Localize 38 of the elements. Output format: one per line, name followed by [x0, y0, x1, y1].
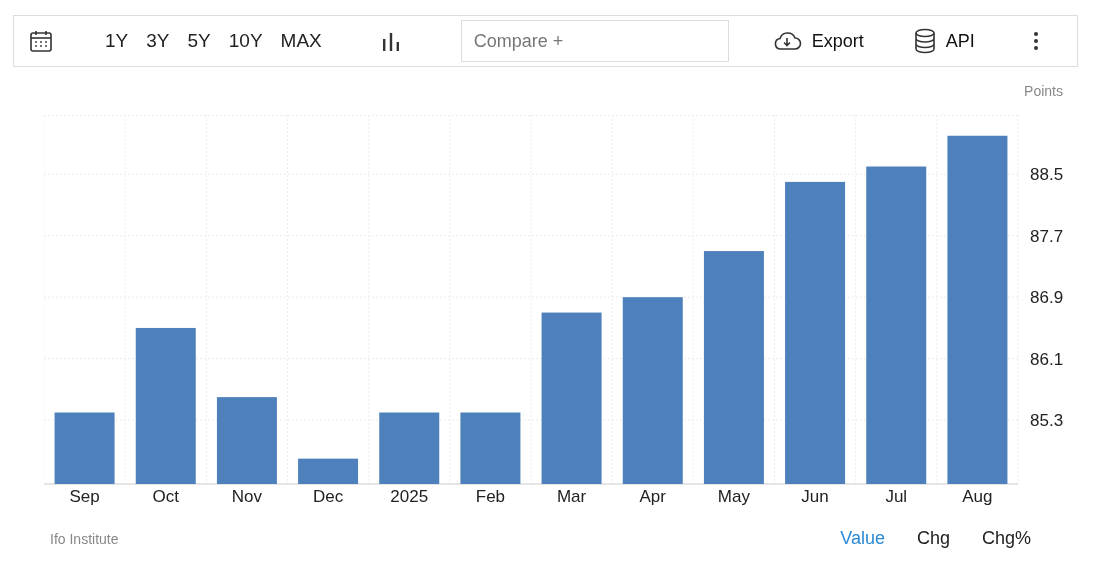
- bar-chart-icon[interactable]: [380, 31, 401, 51]
- source-label: Ifo Institute: [50, 530, 119, 547]
- y-axis-label: 86.9: [1030, 288, 1064, 308]
- range-button[interactable]: 3Y: [137, 30, 179, 52]
- mode-tab[interactable]: Chg: [902, 528, 964, 549]
- x-axis-label: Sep: [69, 487, 100, 506]
- y-axis-label: 87.7: [1030, 226, 1064, 246]
- x-axis-label: Jun: [801, 487, 829, 506]
- x-axis-label: Feb: [475, 487, 506, 506]
- x-axis-label: Jul: [885, 487, 908, 506]
- y-axis-label: 85.3: [1030, 411, 1064, 431]
- y-axis-label: 88.5: [1030, 165, 1064, 185]
- x-axis-label: Mar: [556, 487, 587, 506]
- x-axis-label: Nov: [231, 487, 263, 506]
- more-icon[interactable]: [1032, 31, 1039, 51]
- mode-tab[interactable]: Chg%: [967, 528, 1045, 549]
- bar: [460, 412, 521, 484]
- compare-field[interactable]: Compare +: [460, 20, 729, 62]
- x-axis-label: May: [717, 487, 750, 506]
- range-button[interactable]: 1Y: [96, 30, 138, 52]
- api-button[interactable]: API: [935, 30, 985, 52]
- x-axis-label: Apr: [639, 487, 666, 506]
- x-axis-label: Oct: [152, 487, 179, 506]
- x-axis-label: 2025: [390, 487, 429, 506]
- range-button[interactable]: MAX: [271, 30, 331, 52]
- range-button[interactable]: 10Y: [219, 30, 272, 52]
- bar: [379, 412, 440, 484]
- calendar-icon[interactable]: [29, 29, 53, 53]
- bar: [298, 458, 359, 484]
- database-icon[interactable]: [913, 28, 936, 54]
- range-button[interactable]: 5Y: [178, 30, 220, 52]
- mode-tab[interactable]: Value: [826, 528, 899, 549]
- y-axis-label: 86.1: [1030, 349, 1064, 369]
- x-axis-label: Dec: [312, 487, 344, 506]
- x-axis-label: Aug: [962, 487, 993, 506]
- bar: [54, 412, 115, 484]
- unit-label: Points: [1024, 83, 1063, 99]
- export-button[interactable]: Export: [801, 30, 874, 52]
